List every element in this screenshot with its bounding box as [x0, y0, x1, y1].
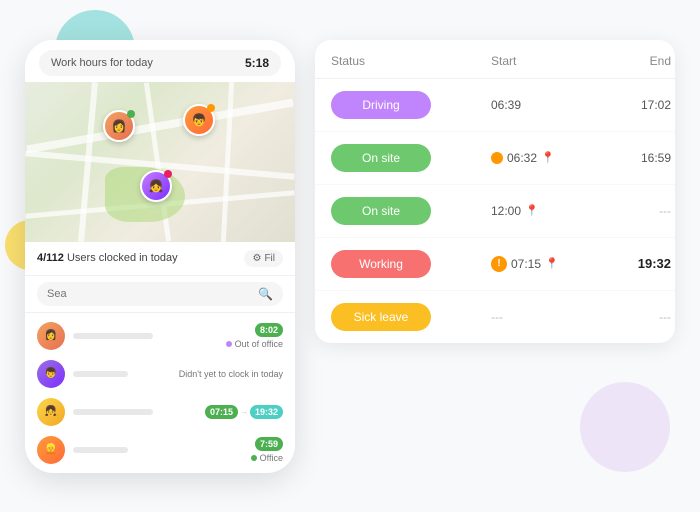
start-cell: 06:39: [491, 98, 591, 112]
time-start: 07:15: [205, 405, 238, 419]
col-header-status: Status: [331, 54, 491, 68]
status-cell: Driving: [331, 91, 491, 119]
status-badge: Working: [331, 250, 431, 278]
status-badge: On site: [331, 144, 431, 172]
end-time: 16:59: [641, 151, 671, 165]
end-dash: ---: [659, 310, 671, 324]
end-cell: ---: [591, 310, 671, 324]
list-item: 👧 07:15 → 19:32: [25, 393, 295, 431]
user-info: [73, 371, 171, 377]
search-icon: 🔍: [258, 287, 273, 301]
start-time: 07:15: [511, 257, 541, 271]
clocked-count: 4/112: [37, 252, 64, 264]
end-cell: 17:02: [591, 98, 671, 112]
end-dash: ---: [659, 204, 671, 218]
clocked-text: 4/112 Users clocked in today: [37, 252, 178, 264]
map-road: [221, 82, 234, 242]
list-item: 👱 7:59 Office: [25, 431, 295, 469]
start-time: 12:00: [491, 204, 521, 218]
search-input[interactable]: [47, 288, 252, 300]
end-cell: 16:59: [591, 151, 671, 165]
exclamation-icon: !: [491, 256, 507, 272]
table-row: On site 06:32 📍 16:59: [315, 132, 675, 185]
user-bar-placeholder: [73, 409, 153, 415]
right-panel: Status Start End Driving 06:39 17:02 On …: [315, 40, 675, 343]
user-bar-placeholder: [73, 447, 128, 453]
table-header: Status Start End: [315, 40, 675, 79]
user-status-area: 8:02 Out of office: [226, 323, 283, 349]
col-header-start: Start: [491, 54, 591, 68]
user-status-area: 7:59 Office: [251, 437, 283, 463]
search-bar: 🔍: [25, 276, 295, 313]
table-row: Working ! 07:15 📍 19:32: [315, 238, 675, 291]
start-cell: 12:00 📍: [491, 204, 591, 218]
phone-mockup: Work hours for today 5:18 👩: [25, 40, 295, 473]
list-item: 👩 8:02 Out of office: [25, 317, 295, 355]
clocked-bar: 4/112 Users clocked in today ⚙ Fil: [25, 242, 295, 276]
avatar: 👩: [37, 322, 65, 350]
location-icon: 📍: [525, 204, 539, 217]
col-header-end: End: [591, 54, 671, 68]
avatar: 👦: [37, 360, 65, 388]
map-avatar-pin-2: 👦: [183, 104, 215, 136]
location-icon: 📍: [541, 151, 555, 164]
list-item: 👦 Didn't yet to clock in today: [25, 355, 295, 393]
user-time-badge: 8:02: [255, 323, 283, 337]
avatar: 👧: [37, 398, 65, 426]
user-list: 👩 8:02 Out of office 👦 Didn: [25, 313, 295, 473]
table-row: Sick leave --- ---: [315, 291, 675, 343]
pin-dot-pink: [164, 170, 172, 178]
start-dash: ---: [491, 310, 503, 324]
time-arrow-icon: →: [240, 407, 248, 416]
work-hours-pill: Work hours for today 5:18: [39, 50, 281, 76]
status-cell: On site: [331, 144, 491, 172]
user-status-text: Office: [251, 453, 283, 463]
phone-header: Work hours for today 5:18: [25, 40, 295, 82]
status-cell: On site: [331, 197, 491, 225]
user-bar-placeholder: [73, 333, 153, 339]
start-time: 06:39: [491, 98, 521, 112]
status-dot: [251, 455, 257, 461]
end-time: 17:02: [641, 98, 671, 112]
status-badge: Driving: [331, 91, 431, 119]
start-time: 06:32: [507, 151, 537, 165]
filter-button[interactable]: ⚙ Fil: [244, 250, 283, 267]
map-area: 👩 👦 👧: [25, 82, 295, 242]
map-avatar-pin-1: 👩: [103, 110, 135, 142]
work-hours-value: 5:18: [245, 56, 269, 70]
user-info: [73, 333, 218, 339]
pin-dot-green: [127, 110, 135, 118]
user-bar-placeholder: [73, 371, 128, 377]
filter-icon: ⚙: [252, 253, 261, 264]
work-hours-label: Work hours for today: [51, 57, 153, 69]
start-cell: ! 07:15 📍: [491, 256, 591, 272]
end-cell: 19:32: [591, 256, 671, 271]
table-row: Driving 06:39 17:02: [315, 79, 675, 132]
status-badge: On site: [331, 197, 431, 225]
status-dot: [226, 341, 232, 347]
avatar: 👱: [37, 436, 65, 464]
search-input-wrapper[interactable]: 🔍: [37, 282, 283, 306]
start-cell: ---: [491, 310, 591, 324]
end-cell: ---: [591, 204, 671, 218]
time-end: 19:32: [250, 405, 283, 419]
location-icon: 📍: [545, 257, 559, 270]
user-status-text: Didn't yet to clock in today: [179, 369, 283, 379]
status-badge: Sick leave: [331, 303, 431, 331]
user-info: [73, 447, 243, 453]
main-container: Work hours for today 5:18 👩: [5, 20, 695, 493]
status-cell: Working: [331, 250, 491, 278]
map-avatar-pin-3: 👧: [140, 170, 172, 202]
start-cell: 06:32 📍: [491, 151, 591, 165]
pin-dot-orange: [207, 104, 215, 112]
map-road: [26, 98, 293, 153]
end-time: 19:32: [638, 256, 671, 271]
user-time-range: 07:15 → 19:32: [205, 405, 283, 419]
orange-dot-icon: [491, 152, 503, 164]
user-info: [73, 409, 197, 415]
table-row: On site 12:00 📍 ---: [315, 185, 675, 238]
user-time-badge: 7:59: [255, 437, 283, 451]
status-cell: Sick leave: [331, 303, 491, 331]
user-status-text: Out of office: [226, 339, 283, 349]
